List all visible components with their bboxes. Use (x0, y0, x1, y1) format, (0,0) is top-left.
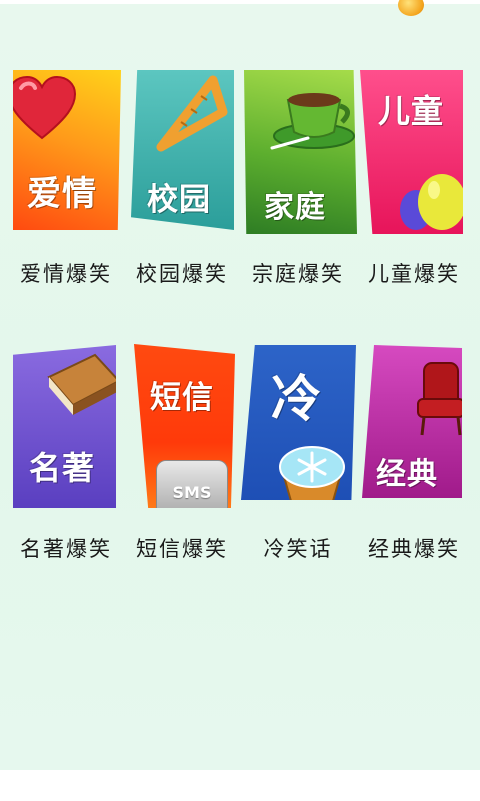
tile-label: 经典 (376, 457, 438, 492)
category-tile-love[interactable]: 爱情 (13, 70, 121, 230)
snowflake-cupcake-icon (279, 446, 345, 500)
category-tile-classics[interactable]: 名著 (13, 345, 116, 508)
sms-text: SMS (172, 483, 212, 502)
category-caption[interactable]: 校园爆笑 (124, 258, 240, 288)
category-caption[interactable]: 儿童爆笑 (356, 258, 472, 288)
coffee-cup-icon (270, 93, 355, 150)
category-tile-sms[interactable]: 短信 SMS (134, 344, 235, 508)
tile-label: 校园 (147, 182, 211, 218)
category-tile-classic[interactable]: 经典 (362, 345, 462, 498)
tile-label: 儿童 (378, 92, 445, 130)
bottom-bar (0, 770, 480, 801)
category-caption[interactable]: 经典爆笑 (356, 533, 472, 563)
category-tile-cold[interactable]: 冷 (241, 345, 356, 500)
category-caption[interactable]: 名著爆笑 (8, 533, 124, 563)
sms-phone-icon: SMS (156, 460, 228, 508)
books-icon (47, 353, 116, 415)
category-caption[interactable]: 短信爆笑 (124, 533, 240, 563)
category-caption[interactable]: 宗庭爆笑 (240, 258, 356, 288)
category-caption[interactable]: 冷笑话 (240, 533, 356, 563)
tile-label: 爱情 (27, 174, 97, 214)
balloons-icon (400, 174, 463, 230)
tile-label: 名著 (29, 449, 96, 487)
armchair-icon (417, 362, 462, 436)
main-screen: 爱情 校园 家庭 儿童 爱情爆笑 校园爆笑 宗庭爆笑 儿童爆笑 名著 短信 SM… (0, 0, 480, 770)
category-caption[interactable]: 爱情爆笑 (8, 258, 124, 288)
category-tile-family[interactable]: 家庭 (244, 70, 357, 234)
category-tile-kids[interactable]: 儿童 (360, 70, 463, 234)
tile-label: 家庭 (264, 190, 326, 225)
tile-label: 冷 (271, 370, 322, 428)
category-tile-campus[interactable]: 校园 (131, 70, 234, 230)
tile-label: 短信 (150, 380, 214, 416)
notification-icon (398, 0, 424, 16)
ruler-icon (156, 75, 228, 152)
heart-icon (13, 75, 77, 140)
